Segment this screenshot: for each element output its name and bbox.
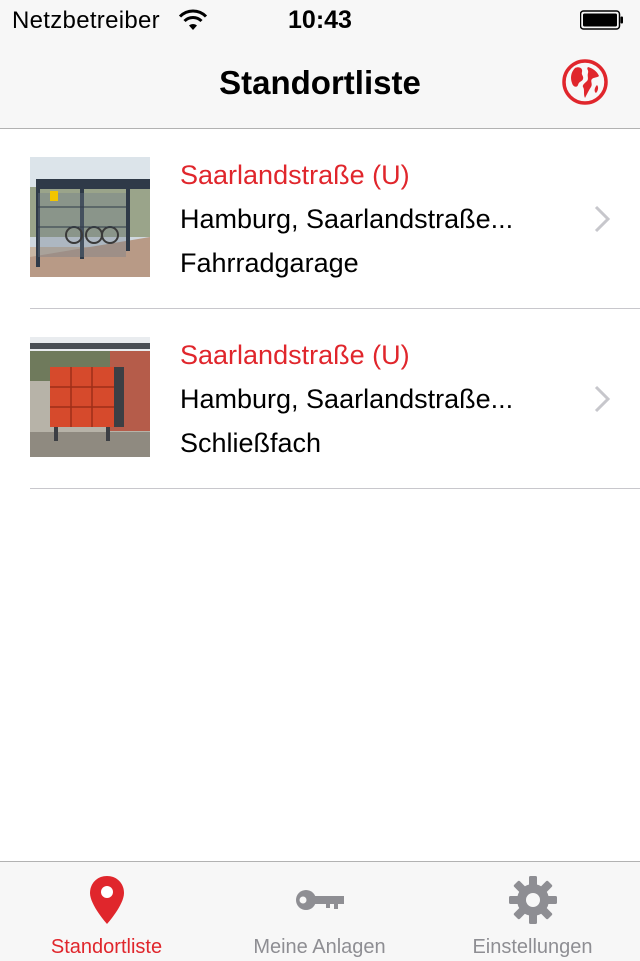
key-icon bbox=[295, 890, 344, 910]
location-title: Saarlandstraße (U) bbox=[180, 160, 410, 190]
status-time: 10:43 bbox=[288, 6, 352, 34]
tab-label: Meine Anlagen bbox=[253, 936, 386, 958]
gear-icon bbox=[508, 876, 557, 924]
tab-label: Standortliste bbox=[50, 936, 163, 958]
locker-thumbnail bbox=[30, 337, 150, 457]
location-row[interactable]: Saarlandstraße (U) Hamburg, Saarlandstra… bbox=[30, 129, 640, 309]
location-title: Saarlandstraße (U) bbox=[180, 340, 410, 370]
navigation-bar: Standortliste bbox=[0, 40, 640, 129]
chevron-right-icon bbox=[594, 205, 611, 233]
location-type: Fahrradgarage bbox=[180, 248, 359, 278]
location-address: Hamburg, Saarlandstraße... bbox=[180, 384, 514, 414]
battery-icon bbox=[580, 10, 623, 30]
chevron-right-icon bbox=[594, 385, 611, 413]
tab-label: Einstellungen bbox=[472, 936, 593, 958]
page-title: Standortliste bbox=[219, 64, 421, 101]
location-address: Hamburg, Saarlandstraße... bbox=[180, 204, 514, 234]
map-pin-icon bbox=[89, 876, 124, 924]
location-type: Schließfach bbox=[180, 428, 322, 458]
globe-icon[interactable] bbox=[561, 58, 609, 106]
tab-einstellungen[interactable]: Einstellungen bbox=[426, 862, 639, 961]
status-bar: Netzbetreiber 10:43 bbox=[0, 0, 640, 40]
location-row[interactable]: Saarlandstraße (U) Hamburg, Saarlandstra… bbox=[30, 309, 640, 489]
tab-meine-anlagen[interactable]: Meine Anlagen bbox=[213, 862, 426, 961]
bike-garage-thumbnail bbox=[30, 157, 150, 277]
location-list: Saarlandstraße (U) Hamburg, Saarlandstra… bbox=[0, 129, 640, 489]
tab-standortliste[interactable]: Standortliste bbox=[0, 862, 213, 961]
tab-bar: Standortliste Meine Anlagen Einstellunge… bbox=[0, 861, 640, 961]
